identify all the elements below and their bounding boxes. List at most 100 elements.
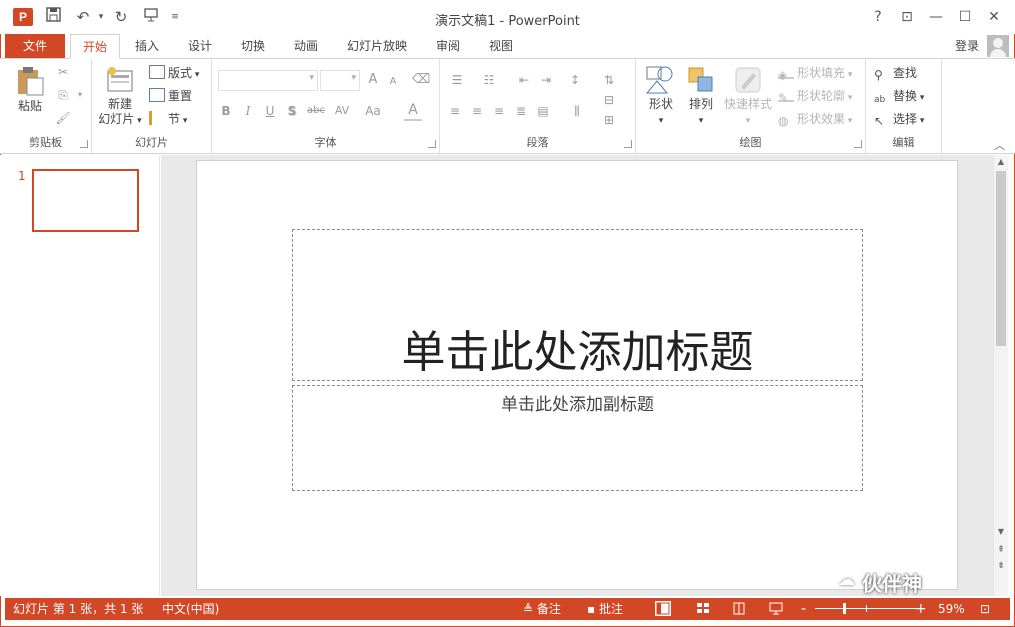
- replace-button[interactable]: ab 替换 ▾: [874, 86, 924, 106]
- next-slide-icon[interactable]: ⇟: [994, 561, 1008, 571]
- columns-icon[interactable]: ⫼: [566, 102, 588, 120]
- change-case-icon[interactable]: Aa: [360, 102, 386, 120]
- vertical-scrollbar[interactable]: ▲ ▼ ⇞ ⇟: [993, 155, 1008, 596]
- ribbon: 粘贴 ✂ ⎘ ▾ 🖌 剪贴板 新建 幻灯片 ▾ 版式 ▾ 重置 节 ▾ 幻灯片 …: [0, 58, 1015, 154]
- justify-icon[interactable]: ≣: [512, 102, 530, 120]
- select-button[interactable]: ↖ 选择 ▾: [874, 109, 924, 129]
- close-button[interactable]: ✕: [981, 6, 1007, 28]
- slide-thumbnail[interactable]: [32, 169, 139, 232]
- subtitle-placeholder[interactable]: 单击此处添加副标题: [292, 385, 863, 491]
- zoom-out-button[interactable]: -: [801, 598, 806, 620]
- quick-styles-button[interactable]: 快速样式 ▾: [722, 65, 774, 129]
- find-button[interactable]: ⚲ 查找: [874, 63, 917, 83]
- notes-button[interactable]: ≜ 备注: [523, 598, 561, 620]
- normal-view-icon[interactable]: [655, 601, 671, 616]
- user-avatar-icon[interactable]: [987, 35, 1009, 57]
- convert-to-smartart-icon[interactable]: ⊞: [598, 111, 620, 129]
- font-color-icon[interactable]: A: [404, 101, 422, 121]
- new-slide-icon: [107, 67, 133, 92]
- font-name-combo[interactable]: [218, 70, 318, 91]
- scroll-down-icon[interactable]: ▼: [994, 525, 1008, 539]
- shape-effects-button[interactable]: ◍ 形状效果 ▾: [778, 109, 852, 129]
- grow-font-icon[interactable]: A: [364, 71, 382, 89]
- font-launcher-icon[interactable]: [428, 140, 436, 148]
- slide-canvas[interactable]: 单击此处添加标题 单击此处添加副标题: [196, 160, 958, 590]
- scroll-thumb[interactable]: [996, 171, 1006, 346]
- shape-fill-label: 形状填充: [797, 66, 846, 80]
- align-left-icon[interactable]: ≡: [446, 102, 464, 120]
- subtitle-placeholder-text: 单击此处添加副标题: [501, 395, 654, 415]
- format-painter-icon[interactable]: 🖌: [55, 109, 71, 127]
- align-right-icon[interactable]: ≡: [490, 102, 508, 120]
- tab-view[interactable]: 视图: [481, 34, 521, 58]
- paragraph-launcher-icon[interactable]: [624, 140, 632, 148]
- clipboard-launcher-icon[interactable]: [80, 140, 88, 148]
- reading-view-icon[interactable]: [731, 601, 747, 616]
- shape-fill-button[interactable]: ◈ 形状填充 ▾: [778, 63, 852, 83]
- tab-home[interactable]: 开始: [70, 34, 120, 59]
- drawing-launcher-icon[interactable]: [854, 140, 862, 148]
- arrange-button[interactable]: 排列 ▾: [682, 65, 720, 129]
- align-text-icon[interactable]: ⊟: [598, 91, 620, 109]
- ribbon-display-options-button[interactable]: ⊡: [894, 6, 920, 28]
- section-button[interactable]: 节 ▾: [149, 109, 187, 129]
- slideshow-view-icon[interactable]: [768, 601, 784, 616]
- minimize-button[interactable]: —: [923, 6, 949, 28]
- distributed-icon[interactable]: ▤: [534, 102, 552, 120]
- bullets-icon[interactable]: ☰: [446, 71, 468, 89]
- layout-label: 版式: [168, 66, 193, 80]
- tab-slideshow[interactable]: 幻灯片放映: [340, 34, 414, 58]
- slide-sorter-view-icon[interactable]: [695, 601, 711, 616]
- ribbon-tabs: 文件 开始 插入 设计 切换 动画 幻灯片放映 审阅 视图 登录: [0, 34, 1015, 59]
- reset-label: 重置: [168, 89, 193, 103]
- group-label-editing: 编辑: [892, 136, 915, 149]
- clear-formatting-icon[interactable]: ⌫: [412, 71, 430, 89]
- character-spacing-icon[interactable]: AV: [330, 102, 354, 120]
- bold-icon[interactable]: B: [218, 102, 234, 120]
- tab-transitions[interactable]: 切换: [233, 34, 273, 58]
- copy-dropdown-icon[interactable]: ▾: [75, 86, 85, 104]
- login-link[interactable]: 登录: [955, 36, 979, 56]
- cut-icon[interactable]: ✂: [55, 63, 71, 81]
- fit-slide-icon[interactable]: ⊡: [980, 598, 990, 620]
- tab-animations[interactable]: 动画: [286, 34, 326, 58]
- tab-design[interactable]: 设计: [180, 34, 220, 58]
- shape-outline-button[interactable]: ✎ 形状轮廓 ▾: [778, 86, 852, 106]
- group-clipboard: 粘贴 ✂ ⎘ ▾ 🖌 剪贴板: [0, 59, 92, 153]
- layout-button[interactable]: 版式 ▾: [149, 63, 199, 83]
- italic-icon[interactable]: I: [240, 102, 256, 120]
- new-slide-button[interactable]: 新建 幻灯片 ▾: [96, 65, 144, 129]
- tab-review[interactable]: 审阅: [428, 34, 468, 58]
- shrink-font-icon[interactable]: A: [384, 73, 402, 91]
- comments-button[interactable]: ▪ 批注: [587, 598, 623, 620]
- increase-indent-icon[interactable]: ⇥: [536, 71, 556, 89]
- decrease-indent-icon[interactable]: ⇤: [514, 71, 534, 89]
- zoom-slider-thumb[interactable]: [843, 603, 846, 614]
- new-slide-label-line1: 新建: [107, 97, 132, 111]
- text-shadow-icon[interactable]: S: [284, 102, 300, 120]
- title-placeholder[interactable]: 单击此处添加标题: [292, 229, 863, 381]
- help-button[interactable]: ?: [865, 6, 891, 28]
- align-center-icon[interactable]: ≡: [468, 102, 486, 120]
- reset-button[interactable]: 重置: [149, 86, 192, 106]
- tab-insert[interactable]: 插入: [127, 34, 167, 58]
- shapes-button[interactable]: 形状 ▾: [640, 65, 682, 129]
- slide-count-status[interactable]: 幻灯片 第 1 张，共 1 张: [13, 598, 143, 620]
- binoculars-icon: ⚲: [874, 68, 883, 82]
- line-spacing-icon[interactable]: ↕: [564, 71, 586, 89]
- copy-icon[interactable]: ⎘: [55, 86, 71, 104]
- maximize-button[interactable]: ☐: [952, 6, 978, 28]
- language-status[interactable]: 中文(中国): [162, 598, 219, 620]
- font-size-combo[interactable]: [320, 70, 360, 91]
- previous-slide-icon[interactable]: ⇞: [994, 545, 1008, 555]
- scroll-up-icon[interactable]: ▲: [994, 155, 1008, 169]
- paste-button[interactable]: 粘贴: [10, 65, 50, 114]
- underline-icon[interactable]: U: [262, 102, 278, 120]
- tab-file[interactable]: 文件: [5, 34, 65, 58]
- numbering-icon[interactable]: ☷: [478, 71, 500, 89]
- collapse-ribbon-icon[interactable]: ︿: [994, 137, 1005, 153]
- strikethrough-icon[interactable]: abc: [304, 102, 328, 120]
- text-direction-icon[interactable]: ⇅: [598, 71, 620, 89]
- zoom-in-button[interactable]: +: [915, 598, 927, 620]
- zoom-level[interactable]: 59%: [938, 598, 965, 620]
